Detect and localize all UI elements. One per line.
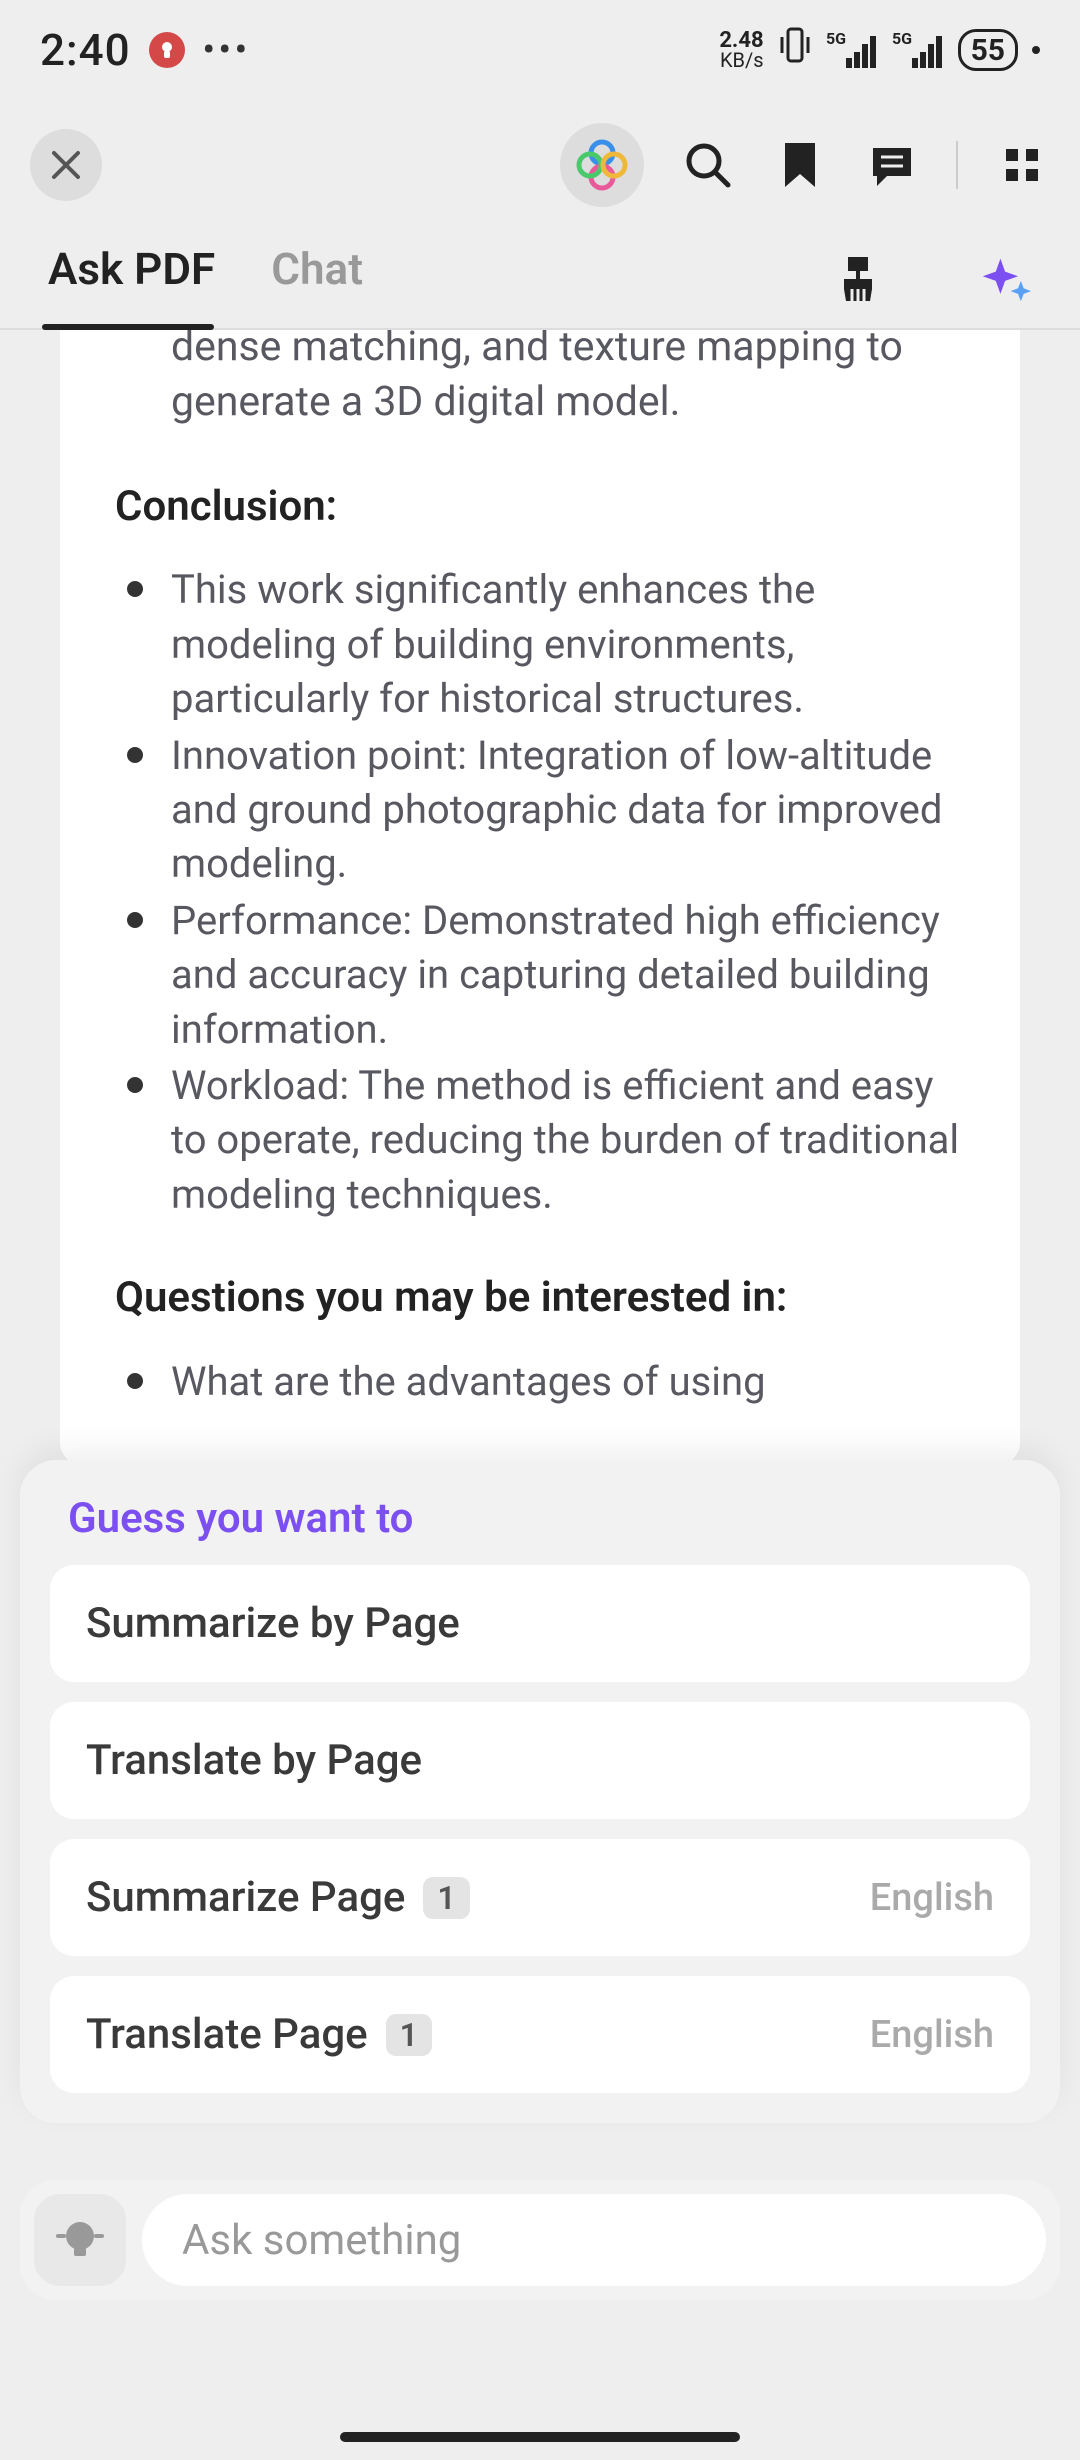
list-item: This work significantly enhances the mod… (171, 563, 965, 726)
brush-button[interactable] (832, 253, 884, 305)
suggestion-badge: 1 (386, 2014, 432, 2056)
list-item: What are the advantages of using (171, 1355, 965, 1409)
search-button[interactable] (680, 137, 736, 193)
grid-icon (1000, 143, 1044, 187)
content-card[interactable]: dense matching, and texture mapping to g… (60, 330, 1020, 1466)
suggestion-label: Translate Page (86, 2010, 368, 2059)
status-bar: 2:40 ••• 2.48 KB/s 5G 5G (0, 0, 1080, 100)
suggestion-lang: English (870, 1876, 994, 1920)
content-cutoff: dense matching, and texture mapping to g… (171, 330, 965, 431)
lightbulb-icon (54, 2214, 106, 2266)
tab-underline (42, 324, 214, 330)
battery-knob-icon (1032, 46, 1040, 54)
clover-icon (574, 137, 630, 193)
list-item: Performance: Demonstrated high efficienc… (171, 894, 965, 1057)
signal-bars-1-icon: 5G (826, 30, 878, 70)
conclusion-heading: Conclusion: (115, 479, 965, 536)
list-item: Workload: The method is efficient and ea… (171, 1059, 965, 1222)
signal-bars-2-icon: 5G (892, 30, 944, 70)
app-header (0, 100, 1080, 230)
suggestion-label: Translate by Page (86, 1736, 422, 1785)
svg-text:5G: 5G (826, 30, 846, 48)
status-battery: 55 (958, 29, 1018, 71)
list-item: Innovation point: Integration of low-alt… (171, 729, 965, 892)
ask-input-placeholder: Ask something (182, 2216, 461, 2265)
status-left: 2:40 ••• (40, 24, 251, 76)
grid-view-button[interactable] (994, 137, 1050, 193)
comments-button[interactable] (864, 137, 920, 193)
conclusion-list: This work significantly enhances the mod… (115, 563, 965, 1222)
suggestion-summarize-page-1[interactable]: Summarize Page 1 English (50, 1839, 1030, 1956)
chat-bubble-icon (867, 140, 917, 190)
suggestion-lang: English (870, 2013, 994, 2057)
status-network-speed: 2.48 KB/s (719, 31, 763, 69)
close-icon (48, 147, 84, 183)
vibrate-icon (778, 25, 812, 75)
suggestion-translate-page-1[interactable]: Translate Page 1 English (50, 1976, 1030, 2093)
suggestion-summarize-by-page[interactable]: Summarize by Page (50, 1565, 1030, 1682)
suggestion-label: Summarize Page (86, 1873, 405, 1922)
suggestion-translate-by-page[interactable]: Translate by Page (50, 1702, 1030, 1819)
home-gesture-bar[interactable] (340, 2432, 740, 2442)
tab-chat[interactable]: Chat (271, 243, 363, 315)
status-time: 2:40 (40, 24, 131, 76)
status-right: 2.48 KB/s 5G 5G 55 (719, 25, 1040, 75)
suggestion-panel: Guess you want to Summarize by Page Tran… (20, 1460, 1060, 2123)
suggestions-bulb-button[interactable] (34, 2194, 126, 2286)
search-icon (682, 139, 734, 191)
brush-icon (836, 253, 880, 305)
questions-heading: Questions you may be interested in: (115, 1270, 965, 1327)
ai-assistant-button[interactable] (560, 123, 644, 207)
header-divider (956, 141, 958, 189)
status-app-icon (149, 32, 185, 68)
tabs-row: Ask PDF Chat (0, 230, 1080, 330)
status-kbps-unit: KB/s (719, 51, 763, 69)
suggestion-label: Summarize by Page (86, 1599, 460, 1648)
input-bar: Ask something (20, 2180, 1060, 2300)
ask-input[interactable]: Ask something (142, 2194, 1046, 2286)
tab-ask-pdf[interactable]: Ask PDF (48, 243, 215, 315)
sparkle-button[interactable] (980, 253, 1032, 305)
bookmark-icon (780, 140, 820, 190)
status-battery-value: 55 (971, 33, 1005, 68)
overflow-icon: ••• (203, 30, 251, 70)
bookmark-button[interactable] (772, 137, 828, 193)
sparkle-icon (980, 251, 1032, 307)
suggestion-title: Guess you want to (68, 1494, 1030, 1543)
svg-text:5G: 5G (892, 30, 912, 48)
close-button[interactable] (30, 129, 102, 201)
questions-list: What are the advantages of using (115, 1355, 965, 1409)
suggestion-badge: 1 (423, 1877, 469, 1919)
